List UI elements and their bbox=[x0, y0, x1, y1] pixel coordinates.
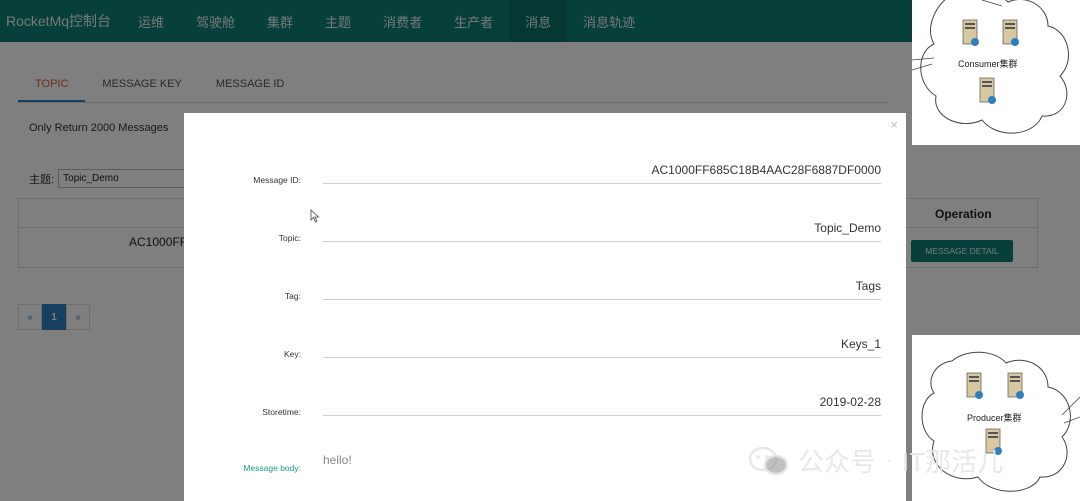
field-key: Key: Keys_1 bbox=[184, 335, 906, 375]
watermark-right-text: IT那活儿 bbox=[902, 447, 1004, 477]
field-label: Message ID: bbox=[253, 175, 301, 185]
field-value: AC1000FF685C18B4AAC28F6887DF0000 bbox=[651, 163, 881, 177]
field-message-id: Message ID: AC1000FF685C18B4AAC28F6887DF… bbox=[184, 161, 906, 201]
producer-cluster-label: Producer集群 bbox=[967, 413, 1022, 423]
field-underline bbox=[323, 357, 881, 358]
field-value: 2019-02-28 bbox=[819, 395, 881, 409]
field-underline bbox=[323, 299, 881, 300]
message-body-value: hello! bbox=[323, 453, 352, 467]
field-value: Tags bbox=[855, 279, 881, 293]
field-tag: Tag: Tags bbox=[184, 277, 906, 317]
field-value: Keys_1 bbox=[840, 337, 881, 351]
close-icon[interactable]: × bbox=[890, 117, 898, 132]
watermark-dot: · bbox=[886, 450, 893, 470]
field-label: Tag: bbox=[284, 291, 301, 301]
server-icon bbox=[1001, 18, 1021, 53]
mouse-pointer-icon bbox=[310, 209, 320, 223]
server-icon bbox=[978, 76, 998, 111]
consumer-cloud bbox=[911, 0, 1069, 134]
field-label: Message body: bbox=[243, 463, 301, 473]
wechat-watermark: 公众号 · IT那活儿 bbox=[748, 442, 1003, 479]
wechat-icon bbox=[748, 446, 789, 475]
field-storetime: Storetime: 2019-02-28 bbox=[184, 393, 906, 433]
server-icon bbox=[965, 371, 985, 406]
watermark-left-text: 公众号 bbox=[798, 447, 877, 477]
field-underline bbox=[323, 241, 881, 242]
server-icon bbox=[1006, 371, 1026, 406]
consumer-cluster-label: Consumer集群 bbox=[958, 59, 1018, 69]
field-label: Key: bbox=[283, 349, 301, 359]
field-topic: Topic: Topic_Demo bbox=[184, 219, 906, 259]
field-underline bbox=[323, 415, 881, 416]
field-label: Storetime: bbox=[262, 407, 301, 417]
field-label: Topic: bbox=[278, 233, 301, 243]
server-icon bbox=[961, 18, 981, 53]
field-underline bbox=[323, 183, 881, 184]
consumer-cluster-diagram: Consumer集群 bbox=[911, 0, 1080, 145]
field-value: Topic_Demo bbox=[814, 221, 881, 235]
